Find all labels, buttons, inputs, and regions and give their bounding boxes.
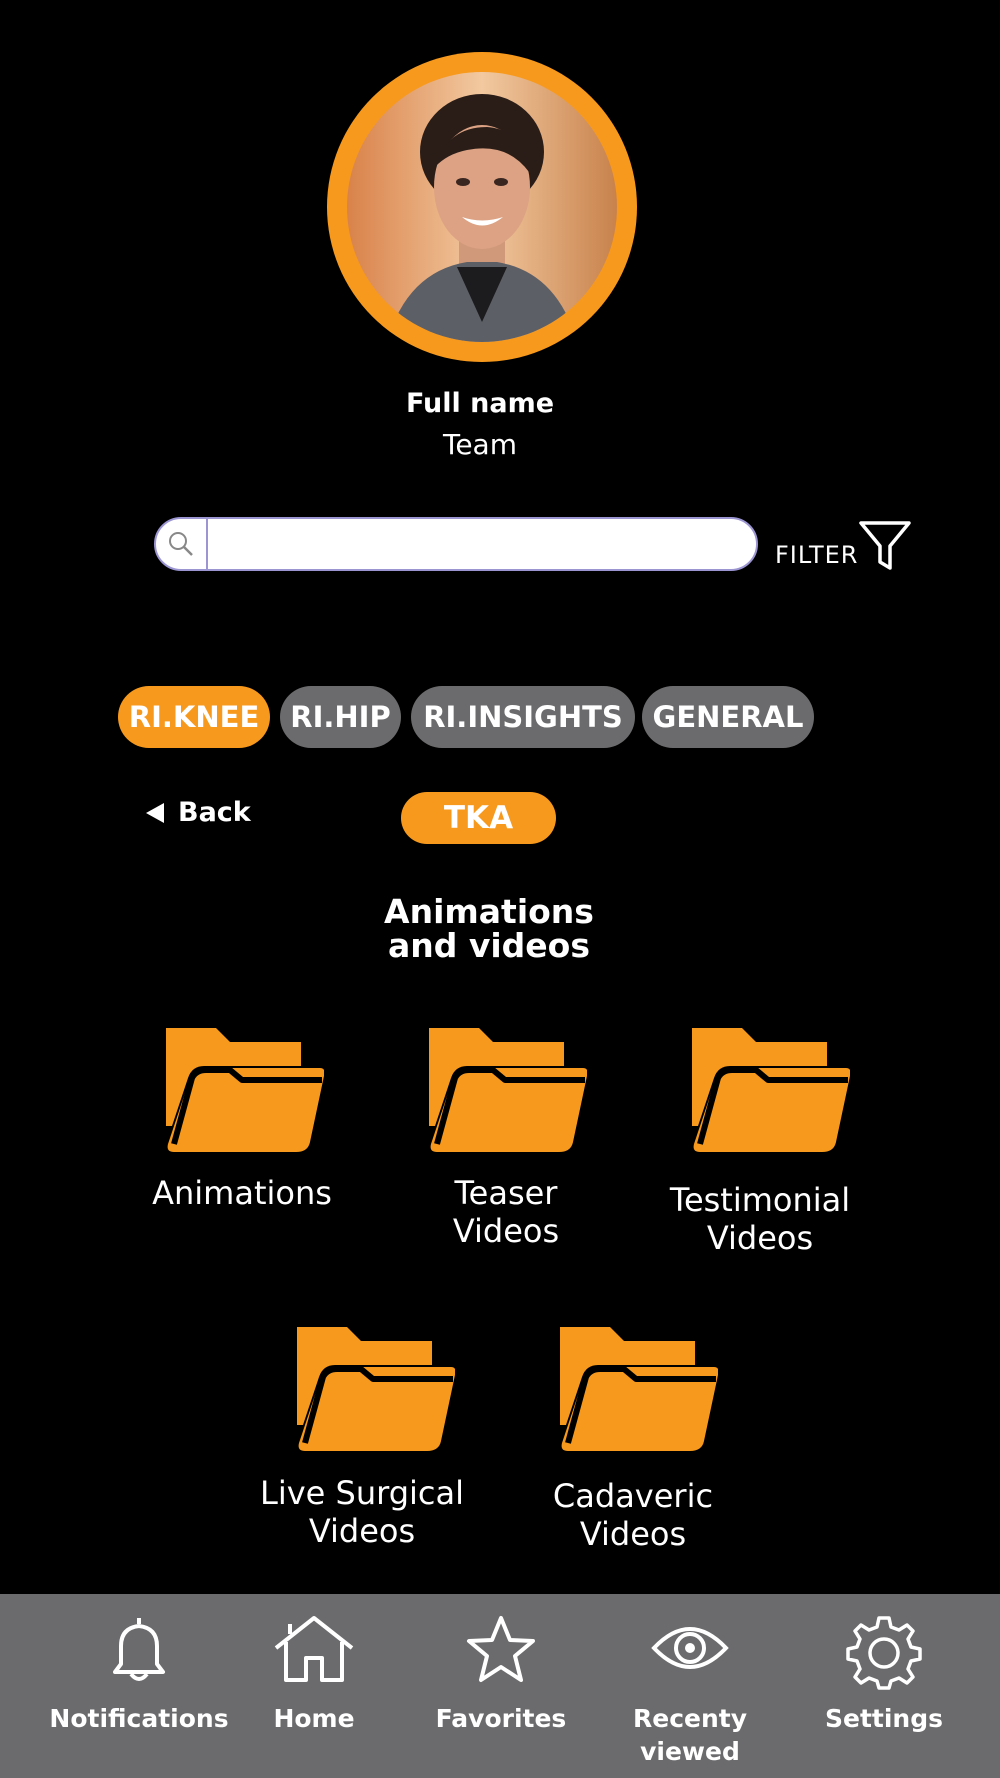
nav-settings-label: Settings	[824, 1704, 943, 1733]
section-title-line2: and videos	[387, 926, 590, 965]
tka-pill[interactable]: TKA	[401, 792, 556, 844]
nav-favorites-label: Favorites	[435, 1704, 567, 1733]
folder-label-live-surgical-videos[interactable]: Live Surgical Videos	[242, 1474, 482, 1550]
tab-ri-insights[interactable]: RI.INSIGHTS	[411, 686, 635, 748]
filter-label[interactable]: FILTER	[775, 541, 858, 569]
folder-icon[interactable]	[164, 1026, 324, 1154]
back-button[interactable]: Back	[146, 797, 251, 828]
search-input[interactable]	[210, 519, 756, 569]
profile-full-name: Full name	[405, 388, 555, 419]
section-title-line1: Animations	[384, 892, 594, 931]
nav-favorites[interactable]: Favorites	[406, 1594, 596, 1778]
nav-home-label: Home	[273, 1704, 355, 1733]
folder-label-animations[interactable]: Animations	[122, 1174, 362, 1212]
tab-ri-knee[interactable]: RI.KNEE	[118, 686, 270, 748]
bottom-nav-bar: Notifications Home Favorites Recenty vie…	[0, 1594, 1000, 1778]
folder-label-teaser-videos[interactable]: Teaser Videos	[386, 1174, 626, 1250]
tab-general[interactable]: GENERAL	[642, 686, 814, 748]
profile-avatar[interactable]	[327, 52, 637, 362]
back-label: Back	[178, 797, 251, 828]
filter-icon[interactable]	[858, 518, 912, 572]
search-bar	[154, 517, 758, 571]
profile-team: Team	[442, 428, 517, 461]
search-icon[interactable]	[156, 519, 208, 569]
nav-recently-viewed[interactable]: Recenty viewed	[595, 1594, 785, 1778]
tab-ri-hip[interactable]: RI.HIP	[280, 686, 401, 748]
folder-icon[interactable]	[690, 1026, 850, 1154]
nav-recently-viewed-label: Recenty viewed	[632, 1704, 748, 1766]
home-icon	[274, 1616, 354, 1682]
nav-home[interactable]: Home	[219, 1594, 409, 1778]
nav-notifications[interactable]: Notifications	[44, 1594, 234, 1778]
star-icon	[467, 1616, 535, 1682]
avatar-photo	[347, 72, 617, 342]
back-arrow-icon	[146, 802, 164, 823]
bell-icon	[113, 1618, 165, 1681]
eye-icon	[651, 1627, 729, 1669]
section-title: Animations and videos	[339, 895, 639, 963]
folder-label-cadaveric-videos[interactable]: Cadaveric Videos	[513, 1477, 753, 1553]
folder-icon[interactable]	[427, 1026, 587, 1154]
folder-icon[interactable]	[558, 1325, 718, 1453]
folder-label-testimonial-videos[interactable]: Testimonial Videos	[640, 1181, 880, 1257]
gear-icon	[846, 1616, 922, 1690]
nav-settings[interactable]: Settings	[789, 1594, 979, 1778]
folder-icon[interactable]	[295, 1325, 455, 1453]
nav-notifications-label: Notifications	[49, 1704, 229, 1733]
